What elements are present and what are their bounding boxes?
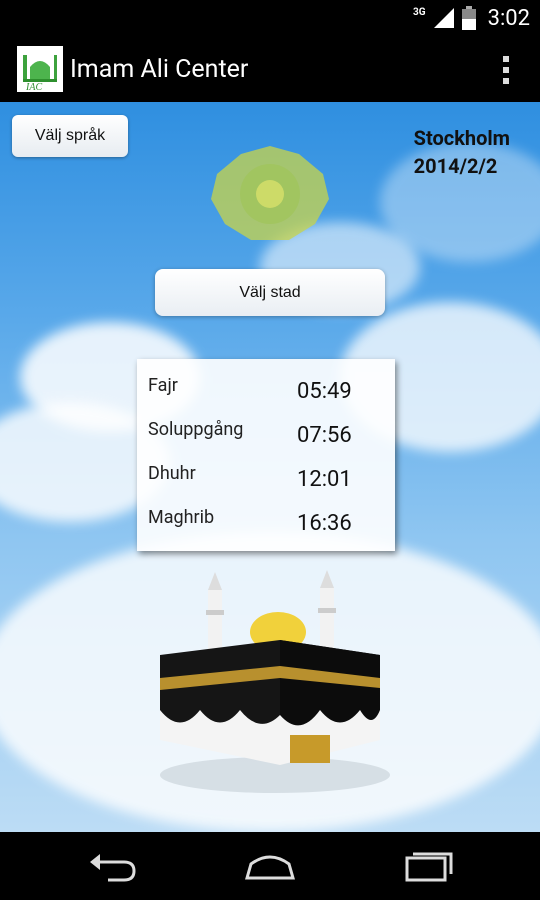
prayer-time: 16:36 bbox=[297, 511, 352, 536]
mosque-logo-icon: IAC bbox=[23, 55, 57, 91]
choose-city-button[interactable]: Välj stad bbox=[155, 269, 385, 316]
status-bar: 3G 3:02 bbox=[0, 0, 540, 36]
app-logo-icon[interactable]: IAC bbox=[17, 46, 63, 92]
prayer-row: Maghrib 16:36 bbox=[137, 501, 395, 541]
prayer-time: 12:01 bbox=[297, 467, 352, 492]
prayer-time: 05:49 bbox=[297, 379, 352, 404]
navigation-bar bbox=[0, 832, 540, 900]
back-icon[interactable] bbox=[88, 848, 138, 884]
action-bar: IAC Imam Ali Center bbox=[0, 36, 540, 104]
prayer-row: Dhuhr 12:01 bbox=[137, 457, 395, 497]
islamic-ornament-icon bbox=[211, 146, 329, 240]
prayer-row: Soluppgång 07:56 bbox=[137, 413, 395, 453]
logo-text: IAC bbox=[25, 82, 42, 91]
prayer-name: Fajr bbox=[148, 375, 178, 396]
signal-icon bbox=[433, 8, 454, 28]
location-info: Stockholm 2014/2/2 bbox=[414, 124, 510, 180]
clock: 3:02 bbox=[487, 5, 530, 31]
network-type: 3G bbox=[413, 7, 426, 18]
battery-icon bbox=[461, 6, 476, 30]
choose-language-button[interactable]: Välj språk bbox=[12, 115, 128, 157]
prayer-times-panel: Fajr 05:49 Soluppgång 07:56 Dhuhr 12:01 … bbox=[137, 359, 395, 551]
app-title: Imam Ali Center bbox=[70, 54, 249, 84]
city-name: Stockholm bbox=[413, 126, 510, 150]
prayer-row: Fajr 05:49 bbox=[137, 369, 395, 409]
prayer-time: 07:56 bbox=[297, 423, 352, 448]
main-content: Välj språk Stockholm 2014/2/2 Välj stad … bbox=[0, 102, 540, 832]
status-icons: 3G 3:02 bbox=[413, 0, 530, 36]
prayer-name: Soluppgång bbox=[148, 419, 244, 440]
kaaba-image bbox=[160, 570, 390, 793]
prayer-name: Maghrib bbox=[148, 507, 215, 528]
overflow-menu-icon[interactable] bbox=[502, 56, 510, 84]
home-icon[interactable] bbox=[243, 848, 297, 884]
date-label: 2014/2/2 bbox=[413, 154, 498, 178]
recent-apps-icon[interactable] bbox=[403, 848, 455, 884]
prayer-name: Dhuhr bbox=[148, 463, 196, 484]
